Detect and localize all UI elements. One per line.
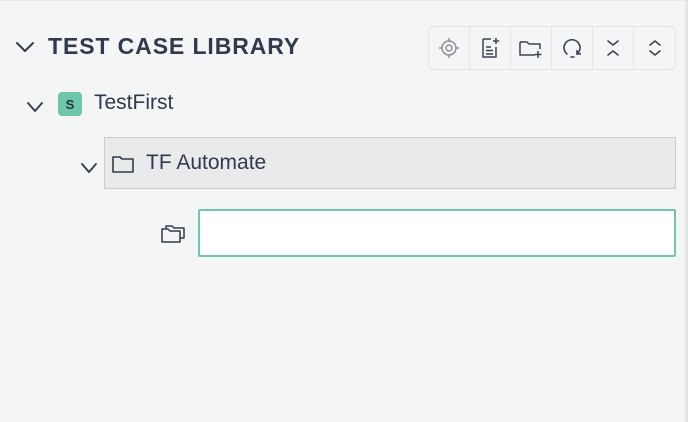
refresh-button[interactable] xyxy=(552,27,593,69)
add-test-case-icon xyxy=(482,38,499,58)
locate-icon xyxy=(439,38,459,58)
expand-all-icon xyxy=(648,40,661,56)
collapse-all-icon xyxy=(607,40,619,56)
library-toolbar xyxy=(428,26,676,70)
suite-label[interactable]: TestFirst xyxy=(94,91,173,115)
suite-badge: S xyxy=(58,92,82,116)
locate-button[interactable] xyxy=(429,27,470,69)
folder-icon xyxy=(112,156,134,173)
add-test-case-button[interactable] xyxy=(470,27,511,69)
library-header: TEST CASE LIBRARY xyxy=(0,24,688,70)
folder-chevron-down-icon[interactable] xyxy=(80,161,98,175)
panel-top-border xyxy=(0,0,688,1)
chevron-down-icon[interactable] xyxy=(15,39,35,55)
expand-all-button[interactable] xyxy=(634,27,675,69)
refresh-icon xyxy=(563,39,581,58)
collapse-all-button[interactable] xyxy=(593,27,634,69)
new-folder-name-input[interactable] xyxy=(198,209,676,257)
folder-row-tf-automate[interactable]: TF Automate xyxy=(104,137,676,189)
add-folder-button[interactable] xyxy=(511,27,552,69)
add-folder-icon xyxy=(519,41,542,58)
suite-chevron-down-icon[interactable] xyxy=(26,100,44,114)
folder-label: TF Automate xyxy=(146,151,267,174)
new-folder-icon xyxy=(161,225,185,243)
library-title: TEST CASE LIBRARY xyxy=(48,33,301,59)
